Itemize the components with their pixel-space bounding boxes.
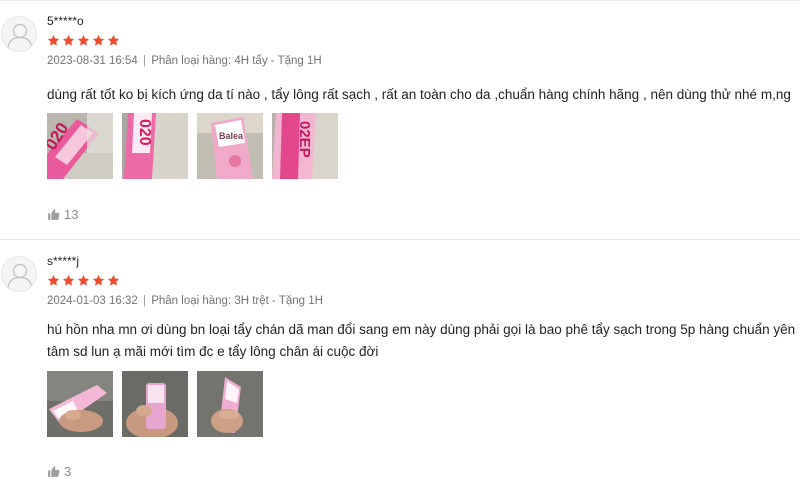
star-icon (107, 34, 120, 46)
star-icon (77, 274, 90, 286)
review-meta: 2024-01-03 16:32 | Phân loại hàng: 3H tr… (47, 295, 323, 307)
star-icon (47, 34, 60, 46)
thumbs-up-icon (48, 209, 60, 220)
review-meta: 2023-08-31 16:54 | Phân loại hàng: 4H tẩ… (47, 55, 322, 67)
svg-text:Balea: Balea (219, 131, 244, 141)
review-photo[interactable]: 020 (122, 113, 188, 179)
star-icon (77, 34, 90, 46)
like-button[interactable]: 3 (47, 464, 71, 479)
like-button[interactable]: 13 (47, 207, 78, 222)
like-count: 3 (64, 464, 72, 479)
thumbs-up-icon (48, 466, 60, 477)
review-item: 5*****o 2023-08-31 16:54 | Phân loại hàn… (0, 0, 800, 239)
meta-separator: | (143, 295, 147, 307)
review-item: s*****j 2024-01-03 16:32 | Phân loại hàn… (0, 240, 800, 500)
product-variant: Phân loại hàng: 3H trệt - Tặng 1H (151, 295, 323, 307)
review-comment: dùng rất tốt ko bị kích ứng da tí nào , … (47, 87, 791, 102)
review-comment: hú hồn nha mn ơi dùng bn loại tẩy chán d… (47, 322, 796, 359)
user-placeholder-icon (2, 17, 36, 51)
star-icon (107, 274, 120, 286)
rating-stars (47, 274, 120, 288)
review-photos (47, 371, 263, 437)
review-photos: 020 020 Balea 02EP (47, 113, 338, 179)
review-photo[interactable] (197, 371, 263, 437)
like-count: 13 (64, 207, 79, 222)
meta-separator: | (143, 55, 147, 67)
star-icon (62, 274, 75, 286)
review-photo[interactable]: 02EP (272, 113, 338, 179)
product-variant: Phân loại hàng: 4H tẩy - Tặng 1H (151, 55, 322, 67)
rating-stars (47, 34, 120, 48)
user-avatar[interactable] (1, 256, 37, 292)
star-icon (92, 274, 105, 286)
review-photo[interactable]: Balea (197, 113, 263, 179)
review-photo[interactable] (122, 371, 188, 437)
star-icon (47, 274, 60, 286)
user-avatar[interactable] (1, 16, 37, 52)
svg-text:020: 020 (136, 119, 153, 146)
review-timestamp: 2024-01-03 16:32 (47, 295, 138, 307)
review-photo[interactable]: 020 (47, 113, 113, 179)
star-icon (62, 34, 75, 46)
star-icon (92, 34, 105, 46)
review-photo[interactable] (47, 371, 113, 437)
reviewer-name: s*****j (47, 254, 80, 268)
user-placeholder-icon (2, 257, 36, 291)
reviewer-name: 5*****o (47, 14, 84, 28)
review-timestamp: 2023-08-31 16:54 (47, 55, 138, 67)
svg-text:02EP: 02EP (296, 121, 313, 158)
